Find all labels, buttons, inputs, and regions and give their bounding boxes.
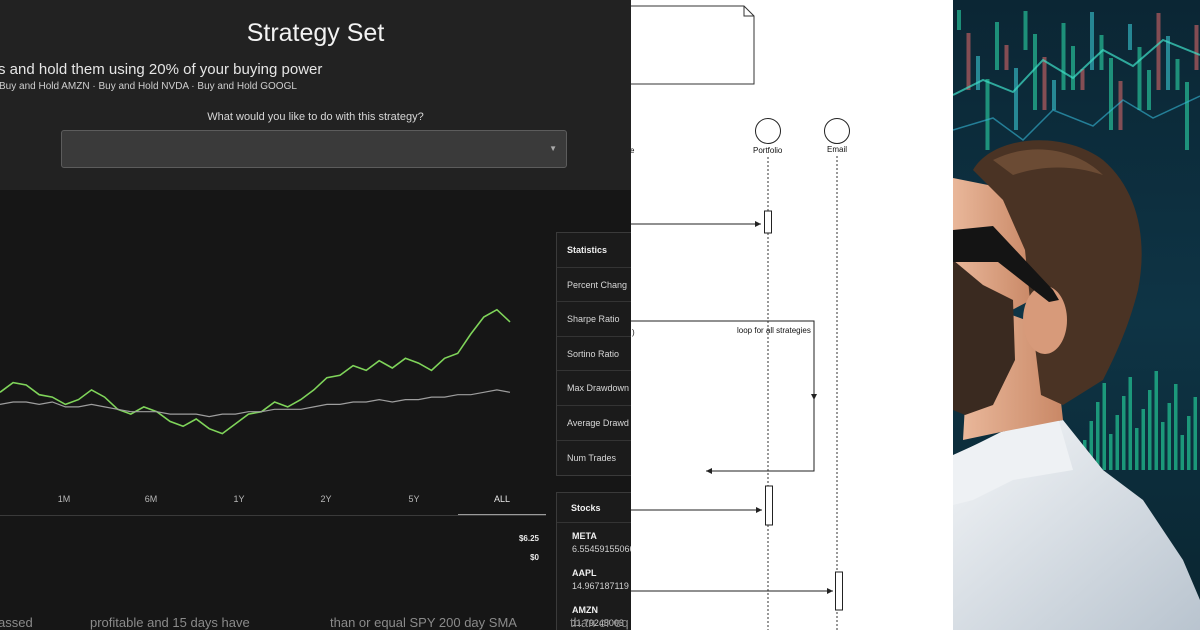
email-label: Email <box>827 145 848 154</box>
stock-symbol: AAPL <box>572 568 597 578</box>
candlestick <box>966 33 971 90</box>
candlestick <box>1052 80 1056 110</box>
activation-bar <box>764 210 772 234</box>
candlestick <box>1115 415 1119 470</box>
candlestick <box>1174 384 1178 470</box>
action-select[interactable]: ▼ <box>61 130 567 168</box>
photo-illustration <box>953 0 1200 630</box>
tab-5y[interactable]: 5Y <box>394 494 434 504</box>
candlestick <box>1080 69 1085 90</box>
loop-label: loop for all strategies <box>737 326 811 335</box>
tab-all[interactable]: ALL <box>482 494 522 504</box>
card-text: profitable and 15 days have <box>90 615 250 630</box>
tab-1m[interactable]: 1M <box>44 494 84 504</box>
stock-item[interactable]: AAPL 14.967187119 <box>557 560 631 597</box>
portfolio-actor-icon <box>755 118 781 144</box>
candlestick <box>1033 34 1037 110</box>
page-title: Strategy Set <box>246 19 385 47</box>
candlestick <box>985 79 990 150</box>
tab-2y[interactable]: 2Y <box>306 494 346 504</box>
note-shape <box>631 5 755 85</box>
activation-bar <box>765 485 773 526</box>
performance-chart <box>0 308 511 435</box>
candlestick <box>1185 82 1189 150</box>
candlestick <box>1004 45 1009 70</box>
stat-percent-change: Percent Chang <box>557 268 631 303</box>
candlestick <box>1167 403 1171 470</box>
candlestick <box>1161 422 1165 470</box>
candlestick <box>1128 377 1132 470</box>
candlestick <box>995 22 999 70</box>
candlestick <box>1014 68 1018 130</box>
caret-down-icon: ▼ <box>549 144 557 153</box>
loop-edge-label: ) <box>632 328 635 337</box>
tab-1y[interactable]: 1Y <box>219 494 259 504</box>
card-text: than or equal SPY 200 day SMA <box>330 615 517 630</box>
card-text: assed <box>0 615 33 630</box>
candlestick <box>1166 36 1170 90</box>
candlestick <box>1156 13 1161 90</box>
candlestick <box>1187 416 1191 470</box>
stat-sharpe-ratio: Sharpe Ratio <box>557 302 631 337</box>
activation-bar <box>835 571 843 611</box>
candlestick <box>1023 11 1028 50</box>
candlestick <box>1102 383 1106 470</box>
stat-max-drawdown: Max Drawdown <box>557 371 631 406</box>
statistics-header: Statistics <box>557 233 631 268</box>
sequence-diagram: e Portfolio Email loop for all strategie… <box>631 0 953 630</box>
stock-symbol: AMZN <box>572 605 598 615</box>
candlestick <box>1118 81 1123 130</box>
trader-photo <box>953 0 1200 630</box>
participant-label-partial: e <box>631 146 635 155</box>
stock-value: 6.55459155066 <box>572 544 631 554</box>
candlestick <box>1154 371 1158 470</box>
candlestick <box>1128 24 1132 50</box>
candlestick <box>1109 434 1113 470</box>
candlestick <box>1141 409 1145 470</box>
strategy-header: Strategy Set s and hold them using 20% o… <box>0 0 631 190</box>
stock-value: 14.967187119 <box>572 581 629 591</box>
candlestick <box>1122 396 1126 470</box>
stat-sortino-ratio: Sortino Ratio <box>557 337 631 372</box>
candlestick <box>1096 402 1100 470</box>
card-text: than or eq <box>570 615 629 630</box>
stat-average-drawdown: Average Drawd <box>557 406 631 441</box>
candlestick <box>1061 23 1066 90</box>
candlestick <box>1148 390 1152 470</box>
candlestick <box>1180 435 1184 470</box>
loop-frame <box>631 320 815 474</box>
candlestick <box>1109 58 1113 130</box>
candlestick <box>976 56 980 90</box>
stocks-header: Stocks <box>557 493 631 523</box>
candlestick <box>1147 70 1151 110</box>
stat-num-trades: Num Trades <box>567 452 617 463</box>
email-actor-icon <box>824 118 850 144</box>
action-question: What would you like to do with this stra… <box>207 111 424 123</box>
candlestick <box>957 10 961 30</box>
candlestick <box>1071 46 1075 90</box>
strategy-components: Buy and Hold AMZN · Buy and Hold NVDA · … <box>0 81 297 92</box>
tab-6m[interactable]: 6M <box>131 494 171 504</box>
strategy-panel: Strategy Set s and hold them using 20% o… <box>0 0 631 630</box>
strategy-description: s and hold them using 20% of your buying… <box>0 61 323 78</box>
candlestick <box>1135 428 1139 470</box>
statistics-panel: Statistics Percent Chang Sharpe Ratio So… <box>556 232 631 476</box>
stocks-panel: Stocks META 6.55459155066 AAPL 14.967187… <box>556 492 631 630</box>
strategy-series-line <box>0 308 511 435</box>
candlestick <box>1194 25 1199 70</box>
candlestick <box>1175 59 1180 90</box>
candlestick <box>1042 57 1047 110</box>
portfolio-label: Portfolio <box>753 146 783 155</box>
tabs-divider <box>0 515 546 516</box>
price-label-low: $0 <box>530 553 539 562</box>
stock-symbol: META <box>572 531 597 541</box>
candlestick <box>1193 397 1197 470</box>
diagram-canvas <box>631 5 850 630</box>
price-label-high: $6.25 <box>518 534 539 543</box>
candlestick <box>1137 47 1142 110</box>
stock-item[interactable]: META 6.55459155066 <box>557 523 631 560</box>
